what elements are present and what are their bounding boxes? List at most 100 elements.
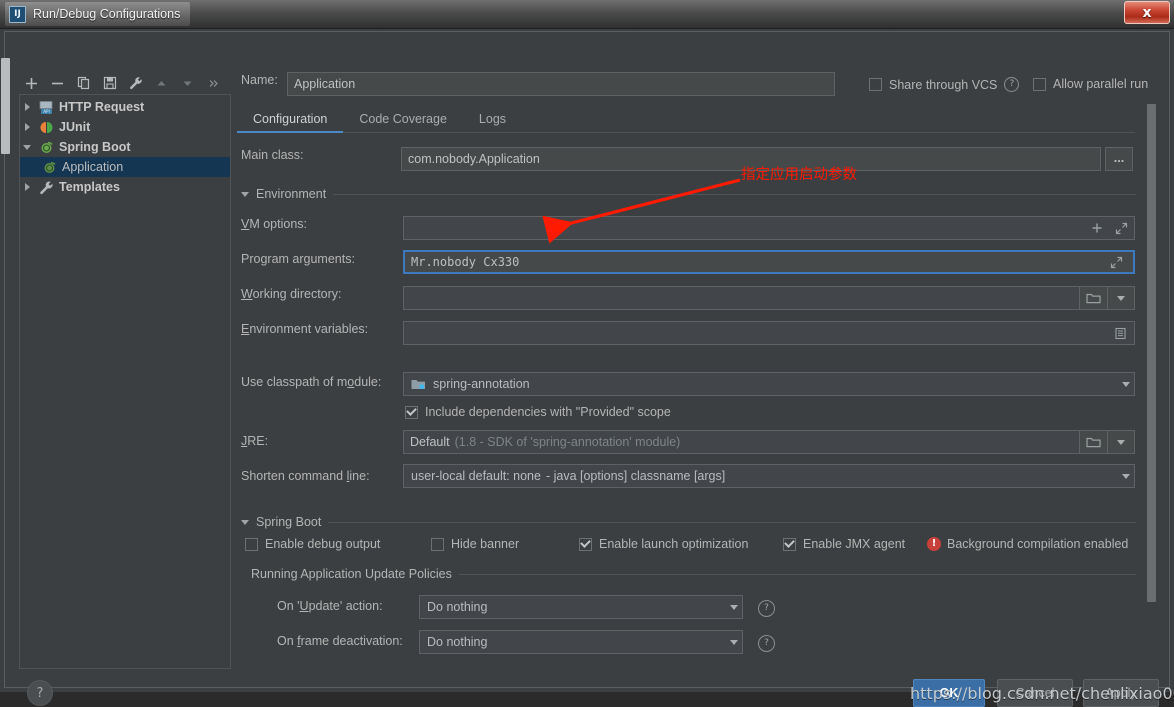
share-through-vcs-checkbox[interactable]: [869, 78, 882, 91]
collapse-arrow-icon[interactable]: [241, 191, 249, 197]
tab-configuration[interactable]: Configuration: [237, 112, 344, 133]
wrench-icon[interactable]: [123, 71, 148, 95]
collapse-arrow-icon[interactable]: [20, 144, 34, 150]
environment-section-header[interactable]: Environment: [241, 187, 1136, 201]
chevron-down-icon[interactable]: [730, 639, 738, 645]
name-label: Name:: [241, 73, 278, 87]
configurations-tree[interactable]: API HTTP Request JUnit Spring Boot Appli…: [19, 94, 231, 669]
chevron-down-icon[interactable]: [730, 604, 738, 610]
jre-browse-button[interactable]: [1079, 430, 1107, 454]
spring-boot-section-header[interactable]: Spring Boot: [241, 515, 1136, 529]
working-directory-label-wrap: Working directory:: [241, 287, 342, 301]
on-update-action-help-icon[interactable]: ?: [758, 600, 775, 617]
help-button[interactable]: ?: [27, 680, 53, 706]
jre-input[interactable]: Default (1.8 - SDK of 'spring-annotation…: [403, 430, 1107, 454]
tree-item-templates[interactable]: Templates: [20, 177, 230, 197]
include-provided-scope-row[interactable]: Include dependencies with "Provided" sco…: [405, 405, 671, 419]
move-down-button[interactable]: [175, 71, 200, 95]
jre-dropdown-button[interactable]: [1107, 430, 1135, 454]
enable-debug-output-row[interactable]: Enable debug output: [245, 537, 380, 551]
tree-item-application[interactable]: Application: [20, 157, 230, 177]
hide-banner-checkbox[interactable]: [431, 537, 444, 551]
save-configuration-button[interactable]: [97, 71, 122, 95]
vm-options-label-wrap: VM options:: [241, 217, 307, 231]
use-classpath-label-wrap: Use classpath of module:: [241, 375, 381, 389]
environment-variables-label: Environment variables:: [241, 322, 369, 336]
content-vertical-scrollbar[interactable]: [1147, 104, 1156, 602]
junit-icon: [40, 121, 53, 133]
vm-options-input[interactable]: [403, 216, 1135, 240]
on-update-action-label: On 'Update' action:: [277, 599, 383, 613]
expand-icon[interactable]: [1110, 217, 1132, 239]
tree-item-label: Application: [62, 160, 124, 174]
include-provided-scope-label: Include dependencies with "Provided" sco…: [425, 405, 671, 419]
chevron-down-icon: [1117, 439, 1125, 445]
chevron-down-icon[interactable]: [1122, 473, 1130, 479]
wrench-icon: [40, 181, 53, 194]
chevron-down-icon: [1117, 295, 1125, 301]
name-input[interactable]: Application: [287, 72, 835, 96]
share-through-vcs-row[interactable]: Share through VCS ?: [869, 77, 1020, 92]
error-icon: !: [927, 537, 941, 551]
tree-item-junit[interactable]: JUnit: [20, 117, 230, 137]
background-compilation-label: Background compilation enabled: [947, 537, 1129, 551]
shorten-command-line-hint: - java [options] classname [args]: [545, 469, 726, 483]
update-policies-label: Running Application Update Policies: [251, 567, 452, 581]
on-update-action-value: Do nothing: [427, 600, 488, 614]
shorten-command-line-combo[interactable]: user-local default: none - java [options…: [403, 464, 1135, 488]
shorten-command-line-label-wrap: Shorten command line:: [241, 469, 370, 483]
allow-parallel-run-row[interactable]: Allow parallel run: [1033, 77, 1148, 91]
tree-item-label: JUnit: [59, 120, 91, 134]
expand-arrow-icon[interactable]: [20, 103, 34, 111]
enable-debug-output-checkbox[interactable]: [245, 537, 258, 551]
plus-icon[interactable]: [1086, 217, 1108, 239]
enable-launch-optimization-checkbox[interactable]: [579, 537, 592, 551]
tab-code-coverage[interactable]: Code Coverage: [343, 112, 463, 132]
collapse-arrow-icon[interactable]: [241, 519, 249, 525]
main-class-browse-button[interactable]: [1105, 147, 1133, 171]
annotation-text: 指定应用启动参数: [741, 167, 857, 183]
folder-icon: [1086, 293, 1101, 304]
section-divider: [458, 573, 1136, 575]
chevron-down-icon[interactable]: [1122, 381, 1130, 387]
help-icon[interactable]: ?: [1004, 77, 1020, 92]
use-classpath-combo[interactable]: spring-annotation: [403, 372, 1135, 396]
jre-value: Default: [410, 435, 450, 449]
enable-jmx-agent-checkbox[interactable]: [783, 537, 796, 551]
program-arguments-input[interactable]: Mr.nobody Cx330: [403, 250, 1135, 274]
working-directory-browse-button[interactable]: [1079, 286, 1107, 310]
include-provided-scope-checkbox[interactable]: [405, 405, 418, 419]
allow-parallel-run-checkbox[interactable]: [1033, 77, 1046, 91]
hide-banner-row[interactable]: Hide banner: [431, 537, 519, 551]
more-options-button[interactable]: [201, 71, 226, 95]
expand-icon[interactable]: [1105, 251, 1127, 273]
watermark: https://blog.csdn.net/chenlixiao007: [910, 684, 1174, 703]
dialog-vertical-scrollbar[interactable]: [1, 58, 10, 154]
add-configuration-button[interactable]: [19, 71, 44, 95]
working-directory-input[interactable]: [403, 286, 1107, 310]
copy-configuration-button[interactable]: [71, 71, 96, 95]
expand-arrow-icon[interactable]: [20, 183, 34, 191]
list-icon[interactable]: [1109, 322, 1131, 344]
program-arguments-value: Mr.nobody Cx330: [411, 255, 520, 269]
on-update-action-combo[interactable]: Do nothing: [419, 595, 743, 619]
close-icon[interactable]: x: [1124, 1, 1170, 24]
move-up-button[interactable]: [149, 71, 174, 95]
working-directory-dropdown-button[interactable]: [1107, 286, 1135, 310]
folder-icon: [1086, 437, 1101, 448]
shorten-command-line-value: user-local default: none: [411, 469, 541, 483]
tree-item-spring-boot[interactable]: Spring Boot: [20, 137, 230, 157]
on-frame-deactivation-help-icon[interactable]: ?: [758, 635, 775, 652]
run-debug-configurations-dialog: IJ Run/Debug Configurations x API HTTP R…: [0, 0, 1174, 707]
enable-jmx-agent-row[interactable]: Enable JMX agent: [783, 537, 905, 551]
update-policies-header: Running Application Update Policies: [251, 567, 1136, 581]
expand-arrow-icon[interactable]: [20, 123, 34, 131]
tree-item-http-request[interactable]: API HTTP Request: [20, 97, 230, 117]
remove-configuration-button[interactable]: [45, 71, 70, 95]
allow-parallel-run-label: Allow parallel run: [1053, 77, 1149, 91]
environment-variables-input[interactable]: [403, 321, 1135, 345]
section-divider: [328, 521, 1136, 523]
tab-logs[interactable]: Logs: [463, 112, 522, 132]
enable-launch-optimization-row[interactable]: Enable launch optimization: [579, 537, 748, 551]
on-frame-deactivation-combo[interactable]: Do nothing: [419, 630, 743, 654]
